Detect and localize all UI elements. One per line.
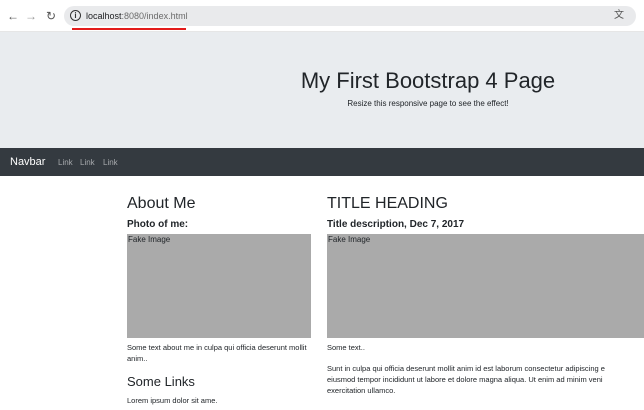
fake-image-label: Fake Image [328,235,371,244]
reload-icon[interactable]: ↻ [44,8,58,24]
post-body: Sunt in culpa qui officia deserunt molli… [327,363,644,396]
post-title: TITLE HEADING [327,195,448,212]
fake-image-label: Fake Image [128,235,171,244]
page-title: My First Bootstrap 4 Page [300,68,556,93]
fake-image-left: Fake Image [127,234,311,338]
info-icon[interactable]: i [70,10,81,21]
url-text[interactable]: localhost:8080/index.html [86,9,188,23]
some-links-heading: Some Links [127,374,195,389]
page-subtitle: Resize this responsive page to see the e… [347,99,509,108]
about-heading: About Me [127,195,196,212]
photo-label: Photo of me: [127,219,189,230]
post-short-text: Some text.. [327,343,365,352]
post-body-line: eiusmod tempor incididunt ut labore et d… [327,375,603,384]
post-description: Title description, Dec 7, 2017 [327,219,465,230]
back-arrow-icon[interactable]: ← [6,8,20,24]
address-bar[interactable]: i localhost:8080/index.html 文 [64,6,636,26]
about-text: Some text about me in culpa qui officia … [127,343,307,363]
nav-link-1[interactable]: Link [58,157,73,168]
jumbotron: My First Bootstrap 4 Page Resize this re… [0,32,644,148]
post-body-line: Sunt in culpa qui officia deserunt molli… [327,364,605,373]
url-path: :8080/index.html [121,11,188,21]
navbar-brand[interactable]: Navbar [10,155,45,169]
url-host: localhost [86,11,122,21]
nav-link-3[interactable]: Link [103,157,118,168]
fake-image-right: Fake Image [327,234,644,338]
translate-icon[interactable]: 文 [612,9,626,23]
post-body-line: exercitation ullamco. [327,386,396,395]
forward-arrow-icon[interactable]: → [24,8,38,24]
navbar: Navbar Link Link Link [0,148,644,176]
links-text: Lorem ipsum dolor sit ame. [127,396,218,405]
nav-link-2[interactable]: Link [80,157,95,168]
